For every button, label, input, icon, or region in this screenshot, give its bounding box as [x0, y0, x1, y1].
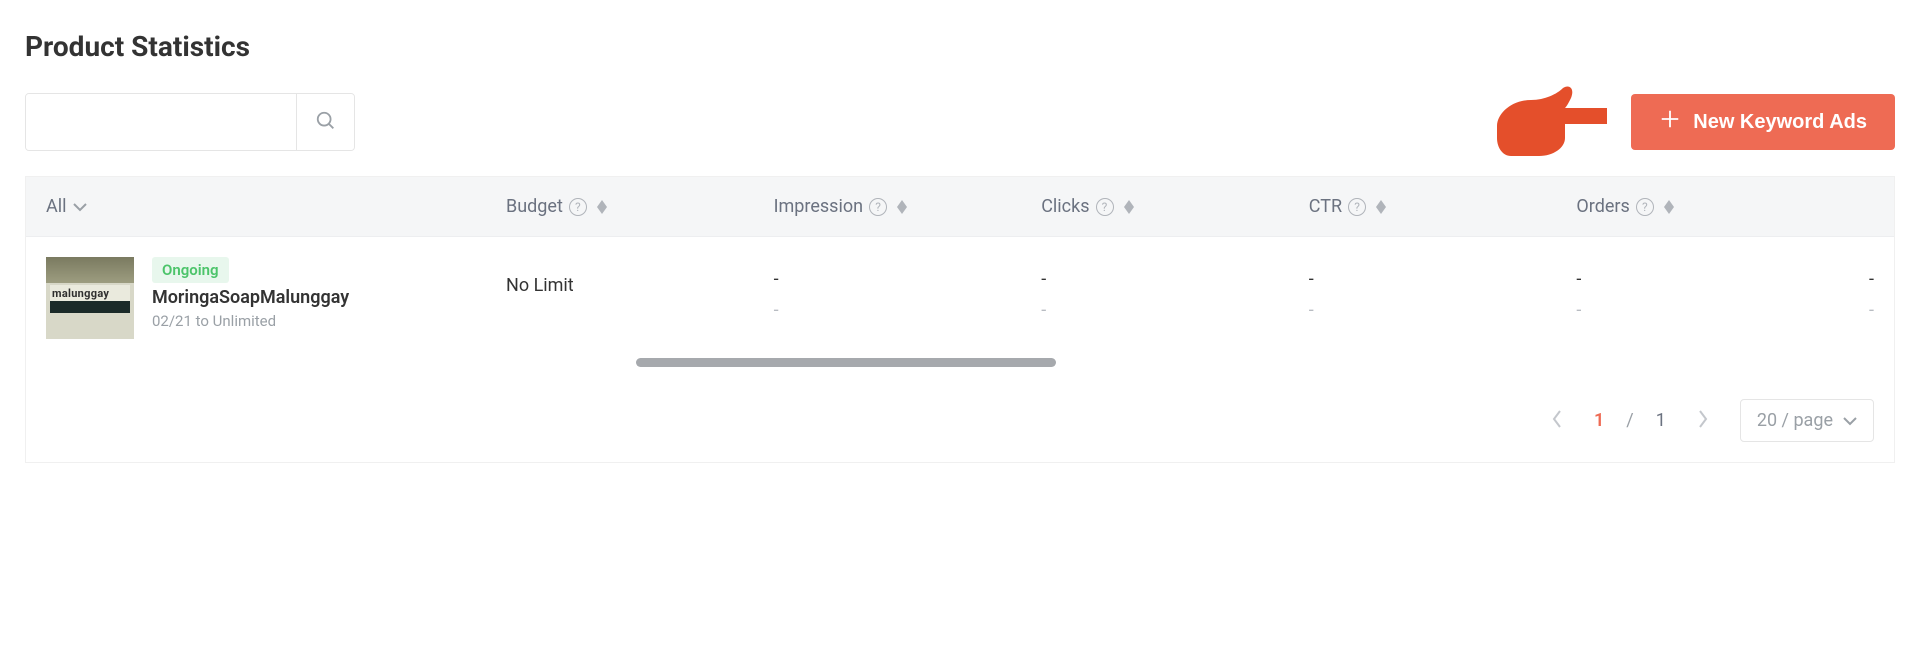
help-icon: ? [1636, 198, 1654, 216]
extra-sub: - [1869, 300, 1874, 321]
search-button[interactable] [296, 94, 354, 150]
search-icon [315, 110, 337, 135]
table-header: All Budget ? Impression ? Clicks ? [26, 177, 1894, 237]
extra-value: - [1869, 269, 1874, 290]
ctr-value: - [1309, 269, 1577, 290]
help-icon: ? [869, 198, 887, 216]
product-thumb: malunggay [46, 257, 134, 339]
new-keyword-ads-label: New Keyword Ads [1693, 111, 1867, 134]
date-range: 02/21 to Unlimited [152, 312, 349, 330]
search-input[interactable] [26, 94, 296, 150]
col-clicks-label: Clicks [1041, 196, 1089, 217]
horizontal-scrollbar[interactable] [636, 358, 1056, 367]
chevron-down-icon [1843, 410, 1857, 431]
table-row: malunggay Ongoing MoringaSoapMalunggay 0… [26, 237, 1894, 379]
sort-icon [1124, 200, 1134, 214]
orders-value: - [1576, 269, 1844, 290]
col-orders-label: Orders [1576, 196, 1629, 217]
statistics-table: All Budget ? Impression ? Clicks ? [25, 176, 1895, 463]
col-clicks[interactable]: Clicks ? [1041, 196, 1309, 217]
thumb-label: malunggay [50, 285, 130, 302]
col-ctr-label: CTR [1309, 196, 1342, 217]
thumb-bar [50, 301, 130, 313]
cell-ctr: - - [1309, 257, 1577, 321]
impression-sub: - [774, 300, 1042, 321]
cell-clicks: - - [1041, 257, 1309, 321]
product-meta: Ongoing MoringaSoapMalunggay 02/21 to Un… [152, 257, 349, 339]
cell-extra: - - [1844, 257, 1874, 321]
clicks-value: - [1041, 269, 1309, 290]
chevron-left-icon [1551, 409, 1563, 432]
page-separator: / [1626, 410, 1633, 431]
col-ctr[interactable]: CTR ? [1309, 196, 1577, 217]
status-badge: Ongoing [152, 257, 229, 283]
chevron-down-icon [73, 196, 87, 217]
col-impression[interactable]: Impression ? [774, 196, 1042, 217]
sort-icon [897, 200, 907, 214]
sort-icon [597, 200, 607, 214]
col-budget[interactable]: Budget ? [506, 196, 774, 217]
current-page: 1 [1594, 410, 1604, 431]
col-impression-label: Impression [774, 196, 863, 217]
search-box [25, 93, 355, 151]
pointing-hand-icon [1495, 78, 1615, 178]
filter-label: All [46, 196, 67, 217]
product-name: MoringaSoapMalunggay [152, 287, 349, 308]
pager: 1 / 1 [1542, 406, 1718, 436]
total-pages: 1 [1656, 410, 1666, 431]
chevron-right-icon [1697, 409, 1709, 432]
filter-all[interactable]: All [46, 196, 87, 217]
product-cell: malunggay Ongoing MoringaSoapMalunggay 0… [46, 257, 506, 339]
sort-icon [1664, 200, 1674, 214]
cell-budget: No Limit [506, 257, 774, 296]
sort-icon [1376, 200, 1386, 214]
clicks-sub: - [1041, 300, 1309, 321]
help-icon: ? [1348, 198, 1366, 216]
col-orders[interactable]: Orders ? [1576, 196, 1844, 217]
impression-value: - [774, 269, 1042, 290]
cell-orders: - - [1576, 257, 1844, 321]
page-title: Product Statistics [25, 30, 1895, 63]
next-page-button[interactable] [1688, 406, 1718, 436]
help-icon: ? [1096, 198, 1114, 216]
page-size-label: 20 / page [1757, 410, 1833, 431]
table-body: malunggay Ongoing MoringaSoapMalunggay 0… [26, 237, 1894, 379]
col-budget-label: Budget [506, 196, 563, 217]
prev-page-button[interactable] [1542, 406, 1572, 436]
new-keyword-ads-button[interactable]: New Keyword Ads [1631, 94, 1895, 150]
toolbar: New Keyword Ads [25, 93, 1895, 151]
budget-value: No Limit [506, 275, 774, 296]
table-footer: 1 / 1 20 / page [26, 379, 1894, 462]
cell-impression: - - [774, 257, 1042, 321]
plus-icon [1659, 108, 1681, 136]
page-size-select[interactable]: 20 / page [1740, 399, 1874, 442]
orders-sub: - [1576, 300, 1844, 321]
ctr-sub: - [1309, 300, 1577, 321]
help-icon: ? [569, 198, 587, 216]
